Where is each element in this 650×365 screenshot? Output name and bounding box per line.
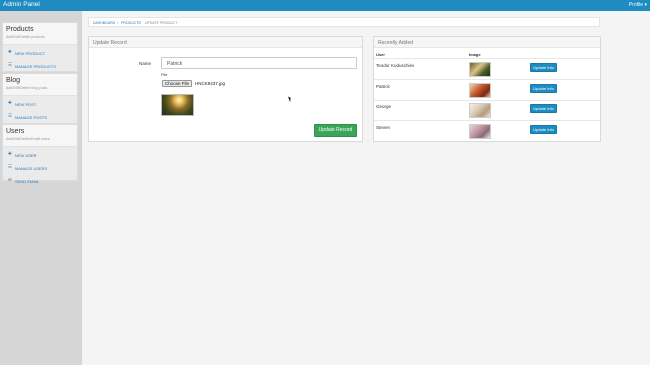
app-title: Admin Panel — [3, 1, 40, 8]
list-icon: ☰ — [8, 62, 13, 67]
row-user: Patrick — [376, 84, 390, 89]
row-divider — [374, 120, 600, 121]
row-thumbnail — [469, 83, 491, 98]
row-thumbnail — [469, 103, 491, 118]
sidebar-item-new-post[interactable]: ✚ NEW POST — [3, 97, 77, 110]
profile-label: Profile — [628, 2, 644, 8]
section-subtitle: Add/Edit/Delete blog posts — [6, 86, 48, 90]
row-divider — [374, 100, 600, 101]
update-info-button[interactable]: Update Info — [530, 63, 557, 72]
sidebar-item-send-email[interactable]: ✉ SEND EMAIL — [3, 174, 77, 187]
name-label: Name — [139, 61, 152, 66]
plus-icon: ✚ — [8, 151, 12, 156]
sidebar-item-manage-products[interactable]: ☰ MANAGE PRODUCTS — [3, 59, 77, 72]
section-title: Users — [6, 128, 25, 135]
panel-title: Update Record — [93, 40, 127, 46]
plus-icon: ✚ — [8, 100, 12, 105]
caret-down-icon: ▾ — [644, 2, 647, 8]
sidebar-item-manage-users[interactable]: ☰ MANAGE USERS — [3, 161, 77, 174]
choose-file-button[interactable]: Choose File — [162, 80, 192, 87]
section-title: Blog — [6, 77, 21, 84]
sidebar-item-label: NEW USER — [15, 153, 37, 158]
update-record-button[interactable]: Update Record — [314, 124, 357, 137]
list-icon: ☰ — [8, 113, 13, 118]
section-subtitle: Add/Edit/Delete/Email users — [6, 137, 50, 141]
row-user: Steven — [376, 125, 391, 130]
update-info-button[interactable]: Update Info — [530, 104, 557, 113]
column-header-image: Image — [469, 52, 481, 57]
sidebar-item-label: NEW PRODUCT — [15, 51, 46, 56]
list-icon: ☰ — [8, 164, 13, 169]
file-name: HNCK9437.jpg — [195, 81, 226, 86]
sidebar-section-products: Products Add/Edit/Delete products ✚ NEW … — [2, 22, 78, 72]
plus-icon: ✚ — [8, 49, 12, 54]
image-preview — [161, 94, 194, 116]
sidebar-item-new-product[interactable]: ✚ NEW PRODUCT — [3, 46, 77, 59]
row-divider — [374, 79, 600, 80]
row-thumbnail — [469, 124, 491, 139]
sidebar-section-blog: Blog Add/Edit/Delete blog posts ✚ NEW PO… — [2, 73, 78, 124]
top-bar: Admin Panel Profile ▾ — [0, 0, 650, 11]
breadcrumb-products[interactable]: PRODUCTS — [121, 21, 141, 25]
update-info-button[interactable]: Update Info — [530, 125, 557, 134]
row-user: George — [376, 104, 392, 109]
sidebar-item-manage-posts[interactable]: ☰ MANAGE POSTS — [3, 110, 77, 123]
row-divider — [374, 58, 600, 59]
sidebar-section-users: Users Add/Edit/Delete/Email users ✚ NEW … — [2, 124, 78, 184]
section-title: Products — [6, 26, 34, 33]
name-input[interactable]: Patrick — [161, 57, 357, 69]
sidebar-item-label: MANAGE USERS — [15, 166, 48, 171]
row-thumbnail — [469, 62, 491, 77]
sidebar-item-new-user[interactable]: ✚ NEW USER — [3, 148, 77, 161]
file-label: File — [161, 72, 168, 77]
update-info-button[interactable]: Update Info — [530, 84, 557, 93]
sidebar: Products Add/Edit/Delete products ✚ NEW … — [0, 11, 82, 365]
sidebar-item-label: MANAGE PRODUCTS — [15, 64, 56, 69]
section-subtitle: Add/Edit/Delete products — [6, 35, 45, 39]
envelope-icon: ✉ — [8, 177, 12, 182]
breadcrumb-current: UPDATE PRODUCT — [145, 21, 178, 25]
profile-menu[interactable]: Profile ▾ — [629, 2, 647, 8]
row-user: Teodor Kuduschiev — [376, 63, 415, 68]
breadcrumb-separator: / — [117, 21, 118, 25]
breadcrumb-dashboard[interactable]: DASHBOARD — [93, 21, 115, 25]
panel-title: Recently Added — [378, 40, 414, 46]
column-header-user: User — [376, 52, 385, 57]
sidebar-item-label: MANAGE POSTS — [15, 115, 48, 120]
sidebar-item-label: SEND EMAIL — [15, 179, 40, 184]
sidebar-item-label: NEW POST — [15, 102, 37, 107]
breadcrumb: DASHBOARD / PRODUCTS / UPDATE PRODUCT — [88, 17, 600, 27]
breadcrumb-separator: / — [140, 21, 141, 25]
